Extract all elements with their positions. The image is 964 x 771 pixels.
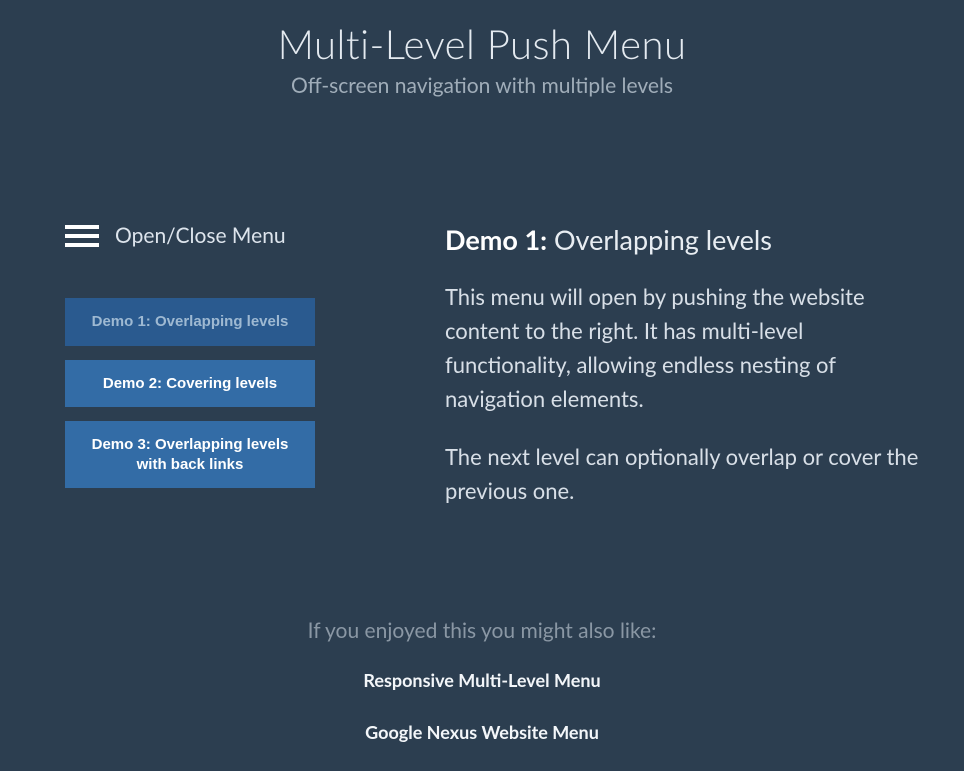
page-title: Multi-Level Push Menu: [0, 20, 964, 68]
demo-heading-rest: Overlapping levels: [547, 223, 772, 256]
list-item: Demo 1: Overlapping levels: [65, 298, 415, 346]
menu-trigger-label: Open/Close Menu: [115, 223, 286, 248]
footer: If you enjoyed this you might also like:…: [0, 618, 964, 743]
list-item: Demo 3: Overlapping levels with back lin…: [65, 421, 415, 488]
footer-intro: If you enjoyed this you might also like:: [0, 618, 964, 643]
page-header: Multi-Level Push Menu Off-screen navigat…: [0, 0, 964, 118]
demo-3-button[interactable]: Demo 3: Overlapping levels with back lin…: [65, 421, 315, 488]
list-item: Demo 2: Covering levels: [65, 360, 415, 408]
footer-link-2[interactable]: Google Nexus Website Menu: [0, 721, 964, 743]
demo-heading-strong: Demo 1:: [445, 223, 547, 256]
page-subtitle: Off-screen navigation with multiple leve…: [0, 73, 964, 98]
demo-heading: Demo 1: Overlapping levels: [445, 223, 924, 256]
hamburger-icon: [65, 225, 99, 247]
demo-paragraph-1: This menu will open by pushing the websi…: [445, 280, 924, 416]
menu-trigger[interactable]: Open/Close Menu: [65, 223, 415, 248]
demo-paragraph-2: The next level can optionally overlap or…: [445, 440, 924, 508]
left-column: Open/Close Menu Demo 1: Overlapping leve…: [65, 223, 445, 533]
right-column: Demo 1: Overlapping levels This menu wil…: [445, 223, 944, 533]
footer-link-1[interactable]: Responsive Multi-Level Menu: [0, 669, 964, 691]
demo-list: Demo 1: Overlapping levels Demo 2: Cover…: [65, 298, 415, 488]
main-content: Open/Close Menu Demo 1: Overlapping leve…: [0, 118, 964, 533]
demo-1-button[interactable]: Demo 1: Overlapping levels: [65, 298, 315, 346]
demo-2-button[interactable]: Demo 2: Covering levels: [65, 360, 315, 408]
